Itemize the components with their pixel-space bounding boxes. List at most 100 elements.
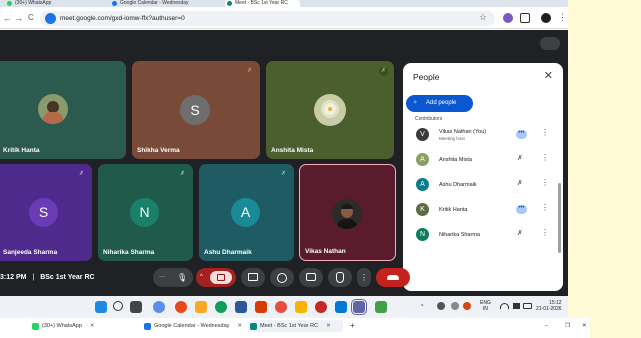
language-indicator[interactable]: ENG IN	[480, 300, 491, 312]
captions-button[interactable]	[299, 268, 323, 287]
mic-icon[interactable]: 🎙	[177, 268, 187, 287]
muted-mic-icon[interactable]: ✗	[517, 179, 523, 187]
windows-start-icon[interactable]	[95, 301, 107, 313]
profile-avatar-icon[interactable]	[541, 13, 551, 23]
participant-tile[interactable]: ✗ S Sanjeeda Sharma	[0, 164, 92, 261]
browser-menu-icon[interactable]: ⋮	[558, 11, 567, 23]
muted-mic-icon[interactable]: ✗	[517, 154, 523, 162]
restore-icon[interactable]: ❐	[565, 320, 570, 332]
emoji-button[interactable]	[270, 268, 294, 287]
more-vert-icon[interactable]: ⋮	[541, 178, 549, 187]
participant-name: Niharika Sharma	[439, 232, 480, 238]
more-vert-icon[interactable]: ⋮	[541, 153, 549, 162]
camera-control-group[interactable]: ^	[196, 268, 236, 287]
app-icon[interactable]	[153, 301, 165, 313]
teams-icon[interactable]	[351, 299, 367, 315]
participant-name: Ashu Dharmaik	[439, 182, 477, 188]
participant-tile[interactable]: ✗ N Niharika Sharma	[98, 164, 193, 261]
app-icon[interactable]	[295, 301, 307, 313]
participant-row[interactable]: A Anshita Mista ✗ ⋮	[413, 150, 551, 170]
participant-tile[interactable]: ✗ Anshita Mista	[266, 61, 394, 159]
tray-app-icon[interactable]	[463, 302, 471, 310]
mic-options-icon[interactable]: ···	[159, 268, 165, 287]
muted-mic-icon[interactable]: ✗	[517, 229, 523, 237]
close-icon[interactable]: ✕	[544, 69, 553, 82]
reload-icon[interactable]: C	[28, 12, 34, 24]
participant-row[interactable]: N Niharika Sharma ✗ ⋮	[413, 225, 551, 245]
tab-calendar-secondary[interactable]: Google Calendar - Wednesday ✕	[142, 320, 247, 332]
leave-call-button[interactable]	[376, 268, 410, 287]
participant-row[interactable]: A Ashu Dharmaik ✗ ⋮	[413, 175, 551, 195]
section-header[interactable]: Contributors	[415, 116, 442, 122]
muted-mic-icon: ✗	[77, 170, 86, 179]
edge-icon[interactable]	[215, 301, 227, 313]
panel-scrollbar[interactable]	[558, 183, 561, 253]
wifi-icon[interactable]	[500, 303, 509, 309]
tray-app-icon[interactable]	[451, 302, 459, 310]
search-icon[interactable]	[113, 301, 123, 311]
camera-off-icon[interactable]	[210, 271, 232, 284]
camera-options-icon[interactable]: ^	[200, 268, 203, 287]
meeting-info: 3:12 PM | BSc 1st Year RC	[0, 274, 95, 281]
forward-arrow-icon[interactable]: →	[14, 12, 23, 24]
host-controls-icon[interactable]: ⚿	[552, 271, 559, 282]
participant-name: Anshita Mista	[271, 147, 314, 154]
file-explorer-icon[interactable]	[195, 301, 207, 313]
chrome-icon[interactable]	[175, 301, 187, 313]
app-icon[interactable]	[315, 301, 327, 313]
tab-meet-secondary[interactable]: Meet - BSc 1st Year RC ✕	[248, 320, 343, 332]
task-view-icon[interactable]	[130, 301, 142, 313]
present-icon	[248, 273, 258, 281]
tray-chevron-icon[interactable]: ^	[421, 304, 423, 310]
tab-label: Google Calendar - Wednesday	[154, 323, 230, 329]
back-arrow-icon[interactable]: ←	[3, 12, 12, 24]
extension-icon[interactable]	[503, 13, 513, 23]
tab-close-icon[interactable]: ✕	[326, 323, 331, 329]
tab-meet[interactable]: Meet - BSc 1st Year RC	[225, 0, 300, 7]
info-icon[interactable]: ⓘ	[486, 271, 495, 284]
participant-avatar: N	[416, 228, 429, 241]
tab-label: (30+) WhatsApp	[15, 0, 52, 6]
more-vert-icon[interactable]: ⋮	[541, 128, 549, 137]
participants-count-icon[interactable]	[540, 37, 560, 50]
mic-control-group[interactable]: ··· 🎙	[153, 268, 193, 287]
more-vert-icon[interactable]: ⋮	[541, 228, 549, 237]
present-button[interactable]	[241, 268, 265, 287]
kritik-photo-avatar	[38, 94, 68, 124]
minimize-icon[interactable]: –	[545, 320, 548, 332]
site-info-icon[interactable]	[45, 13, 56, 24]
battery-icon[interactable]	[523, 303, 532, 309]
participant-tile-self[interactable]: Vikas Nathan	[299, 164, 396, 261]
new-tab-icon[interactable]: +	[350, 320, 355, 332]
powerpoint-icon[interactable]	[255, 301, 267, 313]
more-options-button[interactable]: ⋮	[357, 268, 371, 287]
outlook-icon[interactable]	[335, 301, 347, 313]
volume-icon[interactable]	[513, 303, 520, 309]
participant-row[interactable]: V Vikas Nathan (You) Meeting host ••• ⋮	[413, 125, 551, 145]
clock[interactable]: 15:12 21-01-2026	[536, 300, 562, 312]
participant-tile[interactable]: ✗ S Shikha Verma	[132, 61, 260, 159]
url-text[interactable]: meet.google.com/gxd-iomw-ffx?authuser=0	[60, 13, 185, 24]
raise-hand-button[interactable]	[328, 268, 352, 287]
word-icon[interactable]	[235, 301, 247, 313]
app-icon[interactable]	[375, 301, 387, 313]
add-people-button[interactable]: ⁺ Add people	[406, 95, 473, 112]
tab-close-icon[interactable]: ✕	[237, 323, 242, 329]
app-icon[interactable]	[275, 301, 287, 313]
window-close-icon[interactable]: ✕	[582, 320, 587, 332]
tab-close-icon[interactable]: ✕	[90, 323, 95, 329]
tray-app-icon[interactable]	[437, 302, 445, 310]
participant-tile[interactable]: ✗ A Ashu Dharmaik	[199, 164, 294, 261]
participant-row[interactable]: K Kritik Hanta ••• ⋮	[413, 200, 551, 220]
tab-whatsapp-secondary[interactable]: (30+) WhatsApp ✕	[30, 320, 140, 332]
anshita-photo-avatar	[314, 94, 346, 126]
activities-icon[interactable]: ⊞	[530, 271, 538, 282]
tab-whatsapp[interactable]: (30+) WhatsApp	[5, 0, 85, 7]
omnibox[interactable]: meet.google.com/gxd-iomw-ffx?authuser=0 …	[40, 11, 495, 26]
tablet-icon[interactable]	[520, 13, 530, 23]
tab-calendar[interactable]: Google Calendar - Wednesday	[110, 0, 210, 7]
chat-icon[interactable]: ▤	[508, 271, 517, 282]
more-vert-icon[interactable]: ⋮	[541, 203, 549, 212]
bookmark-star-icon[interactable]: ☆	[479, 12, 487, 23]
participant-tile[interactable]: Kritik Hanta	[0, 61, 126, 159]
